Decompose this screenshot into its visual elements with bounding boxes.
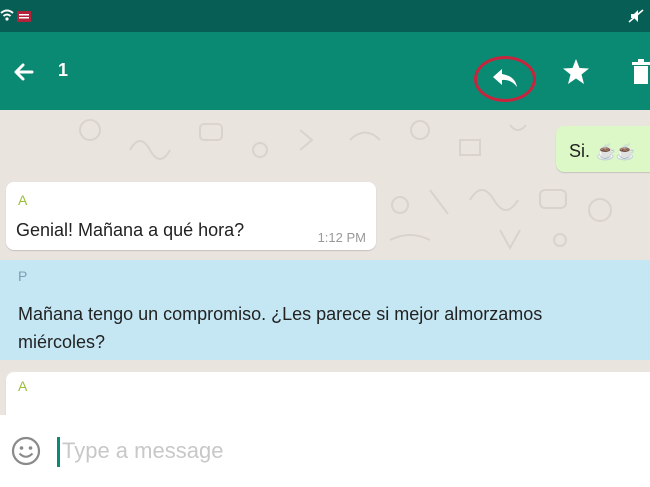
message-bubble-incoming[interactable]: A Genial! Mañana a qué hora? 1:12 PM bbox=[6, 182, 376, 250]
wifi-icon bbox=[0, 8, 34, 27]
message-input[interactable] bbox=[62, 431, 622, 471]
reply-button[interactable] bbox=[474, 56, 538, 104]
status-bar bbox=[0, 0, 650, 32]
selection-action-bar: 1 bbox=[0, 32, 650, 110]
star-icon[interactable] bbox=[558, 54, 594, 90]
selected-message-row[interactable]: P Mañana tengo un compromiso. ¿Les parec… bbox=[0, 260, 650, 360]
message-text: Mañana tengo un compromiso. ¿Les parece … bbox=[18, 300, 650, 356]
smiley-icon[interactable] bbox=[10, 435, 42, 467]
message-text: Genial! Mañana a qué hora? bbox=[16, 220, 245, 240]
sender-name: P bbox=[18, 268, 28, 284]
reply-icon bbox=[493, 69, 517, 87]
message-line-2: miércoles? bbox=[18, 332, 106, 352]
message-bubble-incoming[interactable]: P Mañana tengo un compromiso. ¿Les parec… bbox=[6, 260, 650, 360]
message-line-1: Mañana tengo un compromiso. ¿Les parece … bbox=[18, 304, 543, 324]
message-text: Si. bbox=[569, 141, 591, 161]
coffee-emoji: ☕☕ bbox=[596, 144, 636, 161]
message-bubble-outgoing[interactable]: Si. ☕☕ bbox=[556, 126, 650, 172]
message-time: 1:12 PM bbox=[317, 230, 366, 245]
back-arrow-icon[interactable] bbox=[6, 54, 42, 90]
delete-icon[interactable] bbox=[626, 54, 650, 90]
selected-count: 1 bbox=[58, 60, 69, 80]
message-bubble-incoming[interactable]: A bbox=[6, 372, 650, 415]
sender-name: A bbox=[18, 192, 28, 208]
chat-area[interactable]: Si. ☕☕ A Genial! Mañana a qué hora? 1:12… bbox=[0, 110, 650, 415]
mute-icon bbox=[628, 8, 644, 27]
text-cursor bbox=[57, 437, 60, 467]
message-composer bbox=[0, 415, 650, 487]
sender-name: A bbox=[18, 378, 28, 394]
